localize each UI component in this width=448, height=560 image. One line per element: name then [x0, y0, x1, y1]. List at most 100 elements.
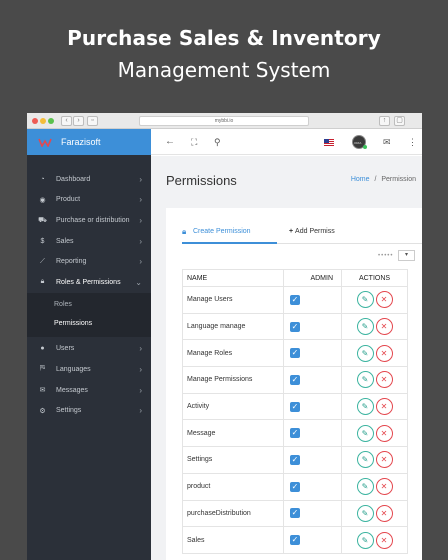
pencil-icon: ✎	[361, 402, 369, 412]
language-icon: ⛿	[39, 365, 46, 373]
edit-button[interactable]: ✎	[356, 504, 374, 522]
admin-checkbox[interactable]: ✓	[290, 374, 300, 385]
address-bar[interactable]: mybbi.io	[139, 116, 309, 126]
actions-cell: ✎ ✕	[341, 392, 408, 421]
logo-icon	[38, 138, 52, 147]
admin-checkbox[interactable]: ✓	[290, 428, 300, 439]
sidebar-item-sales[interactable]: $ Sales ›	[27, 231, 151, 252]
tab-create-permission[interactable]: 🔒︎ Create Permission	[182, 226, 277, 244]
chevron-right-icon: ›	[139, 385, 142, 395]
maximize-dot[interactable]	[48, 118, 54, 124]
actions-cell: ✎ ✕	[341, 312, 408, 341]
search-icon[interactable]: ⚲	[214, 136, 221, 148]
submenu-item-permissions[interactable]: Permissions	[27, 314, 151, 333]
delete-button[interactable]: ✕	[375, 531, 393, 549]
delete-button[interactable]: ✕	[375, 478, 393, 496]
chevron-right-icon: ›	[139, 236, 142, 246]
sidebar-item-product[interactable]: ◉ Product ›	[27, 190, 151, 211]
sidebar-item-reporting[interactable]: ⟋ Reporting ›	[27, 251, 151, 272]
breadcrumb: Home / Permission	[351, 176, 416, 183]
sidebar: Farazisoft ◔ Dashboard › ◉ Product › ⛟ Purcha…	[27, 129, 151, 560]
delete-button[interactable]: ✕	[375, 398, 393, 416]
chevron-right-icon: ›	[139, 215, 142, 225]
edit-button[interactable]: ✎	[356, 478, 374, 496]
submenu-item-roles[interactable]: Roles	[27, 295, 151, 314]
delete-button[interactable]: ✕	[375, 371, 393, 389]
flag-icon[interactable]	[324, 139, 334, 146]
dashboard-icon: ◔	[40, 175, 45, 183]
sidebar-item-users[interactable]: ● Users ›	[27, 339, 151, 360]
table-row: Manage Roles ✓ ✎ ✕	[182, 339, 408, 368]
sidebar-item-roles-permissions[interactable]: 🔒︎ Roles & Permissions ⌄	[27, 272, 151, 293]
admin-checkbox[interactable]: ✓	[290, 481, 300, 492]
delete-button[interactable]: ✕	[375, 424, 393, 442]
close-icon: ✕	[380, 402, 388, 412]
sidebar-item-settings[interactable]: ⚙ Settings ›	[27, 400, 151, 421]
avatar-text: ORIA	[354, 141, 362, 145]
sidebar-item-messages[interactable]: ✉ Messages ›	[27, 380, 151, 401]
edit-button[interactable]: ✎	[356, 344, 374, 362]
delete-button[interactable]: ✕	[375, 344, 393, 362]
mail-icon[interactable]: ✉	[383, 136, 391, 148]
actions-cell: ✎ ✕	[341, 366, 408, 394]
edit-button[interactable]: ✎	[356, 424, 374, 442]
page-size-dropdown[interactable]: ▾	[398, 250, 415, 261]
admin-checkbox[interactable]: ✓	[290, 535, 300, 546]
permission-name: product	[182, 472, 284, 501]
column-header-name[interactable]: NAME	[182, 269, 284, 287]
delete-button[interactable]: ✕	[375, 451, 393, 469]
edit-button[interactable]: ✎	[356, 291, 374, 309]
more-icon[interactable]: ⋮	[408, 136, 417, 148]
promo-title: Purchase Sales & Inventory	[67, 26, 381, 50]
main-content: Permissions Home / Permission 🔒︎ Create …	[151, 156, 422, 560]
admin-checkbox[interactable]: ✓	[290, 348, 300, 359]
table-row: purchaseDistribution ✓ ✎ ✕	[182, 499, 408, 528]
brand[interactable]: Farazisoft	[27, 129, 151, 155]
admin-checkbox[interactable]: ✓	[290, 454, 300, 465]
minimize-dot[interactable]	[40, 118, 46, 124]
admin-cell: ✓	[283, 339, 342, 368]
fullscreen-icon[interactable]: ⛶	[191, 136, 197, 148]
edit-button[interactable]: ✎	[356, 398, 374, 416]
browser-back-icon[interactable]: ‹	[61, 116, 72, 126]
column-header-actions: ACTIONS	[341, 269, 408, 287]
share-icon[interactable]: ↑	[379, 116, 390, 126]
table-row: Language manage ✓ ✎ ✕	[182, 312, 408, 341]
admin-checkbox[interactable]: ✓	[290, 508, 300, 519]
sidebar-item-languages[interactable]: ⛿ Languages ›	[27, 359, 151, 380]
sidebar-toggle-icon[interactable]: ▫	[87, 116, 98, 126]
back-arrow-icon[interactable]: ←	[165, 136, 175, 148]
tabs-icon[interactable]: ▢	[394, 116, 405, 126]
delete-button[interactable]: ✕	[375, 504, 393, 522]
tab-add-permission[interactable]: + Add Permiss	[289, 226, 349, 244]
permission-name: Manage Users	[182, 286, 284, 314]
edit-button[interactable]: ✎	[356, 531, 374, 549]
table-row: Activity ✓ ✎ ✕	[182, 392, 408, 421]
admin-cell: ✓	[283, 312, 342, 341]
permission-name: Settings	[182, 446, 284, 474]
delete-button[interactable]: ✕	[375, 291, 393, 309]
admin-checkbox[interactable]: ✓	[290, 401, 300, 412]
pager-dots[interactable]: •••••	[378, 253, 394, 259]
browser-forward-icon[interactable]: ›	[73, 116, 84, 126]
admin-checkbox[interactable]: ✓	[290, 321, 300, 332]
breadcrumb-separator: /	[374, 176, 377, 183]
column-header-admin[interactable]: ADMIN	[283, 269, 342, 287]
sidebar-item-dashboard[interactable]: ◔ Dashboard ›	[27, 169, 151, 190]
admin-cell: ✓	[283, 392, 342, 421]
delete-button[interactable]: ✕	[375, 318, 393, 336]
breadcrumb-home[interactable]: Home	[351, 176, 370, 183]
edit-button[interactable]: ✎	[356, 318, 374, 336]
edit-button[interactable]: ✎	[356, 371, 374, 389]
sidebar-item-purchase[interactable]: ⛟ Purchase or distribution ›	[27, 210, 151, 231]
admin-checkbox[interactable]: ✓	[290, 294, 300, 305]
topbar: ← ⛶ ⚲ ORIA ✉ ⋮	[151, 129, 422, 155]
pencil-icon: ✎	[361, 455, 369, 465]
permissions-table: NAME ADMIN ACTIONS Manage Users ✓ ✎ ✕ Langua…	[182, 269, 408, 554]
edit-button[interactable]: ✎	[356, 451, 374, 469]
avatar[interactable]: ORIA	[352, 135, 367, 149]
actions-cell: ✎ ✕	[341, 286, 408, 314]
table-row: Manage Permissions ✓ ✎ ✕	[182, 366, 408, 394]
close-dot[interactable]	[32, 118, 38, 124]
actions-cell: ✎ ✕	[341, 419, 408, 448]
